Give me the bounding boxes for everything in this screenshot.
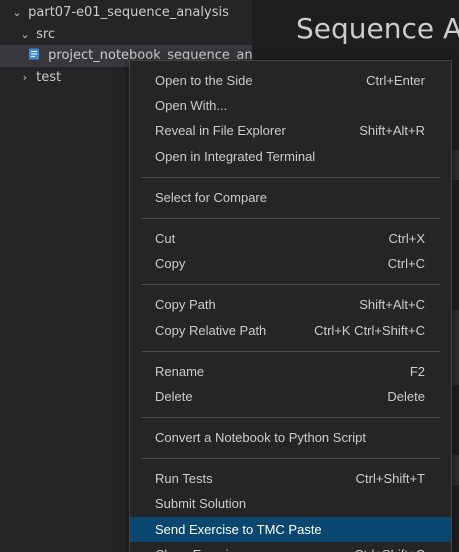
menu-item-send-tmc-paste[interactable]: Send Exercise to TMC Paste <box>130 517 451 542</box>
menu-item-label: Send Exercise to TMC Paste <box>155 522 322 537</box>
menu-item-convert-notebook[interactable]: Convert a Notebook to Python Script <box>130 425 451 450</box>
tree-folder-src[interactable]: ⌄ src <box>0 24 55 46</box>
menu-separator <box>141 417 440 418</box>
tree-folder-root[interactable]: ⌄ part07-e01_sequence_analysis <box>0 2 229 24</box>
menu-item-label: Run Tests <box>155 471 213 486</box>
menu-item-rename[interactable]: Rename F2 <box>130 359 451 384</box>
menu-item-select-compare[interactable]: Select for Compare <box>130 185 451 210</box>
menu-item-reveal-explorer[interactable]: Reveal in File Explorer Shift+Alt+R <box>130 118 451 143</box>
menu-item-label: Convert a Notebook to Python Script <box>155 430 367 445</box>
menu-item-shortcut: Ctrl+C <box>387 256 425 271</box>
menu-item-shortcut: Ctrl+Shift+T <box>355 471 425 486</box>
menu-item-label: Copy Path <box>155 297 216 312</box>
menu-item-run-tests[interactable]: Run Tests Ctrl+Shift+T <box>130 466 451 491</box>
notebook-title: Sequence An <box>296 12 459 45</box>
menu-item-submit-solution[interactable]: Submit Solution <box>130 491 451 516</box>
chevron-down-icon: ⌄ <box>20 28 30 41</box>
menu-item-clean-exercise[interactable]: Clean Exercise Ctrl+Shift+C <box>130 542 451 552</box>
menu-item-open-to-side[interactable]: Open to the Side Ctrl+Enter <box>130 68 451 93</box>
menu-item-label: Open With... <box>155 98 228 113</box>
menu-item-label: Submit Solution <box>155 496 247 511</box>
menu-item-shortcut: Ctrl+Shift+C <box>354 542 425 552</box>
menu-item-shortcut: Ctrl+Enter <box>366 73 425 88</box>
menu-item-label: Copy Relative Path <box>155 323 267 338</box>
menu-item-open-terminal[interactable]: Open in Integrated Terminal <box>130 144 451 169</box>
menu-separator <box>141 458 440 459</box>
menu-item-label: Open in Integrated Terminal <box>155 149 316 164</box>
menu-item-shortcut: Ctrl+K Ctrl+Shift+C <box>314 323 425 338</box>
chevron-right-icon: › <box>22 71 28 84</box>
notebook-file-icon <box>29 48 39 60</box>
folder-label-test: test <box>36 70 62 85</box>
context-menu: Open to the Side Ctrl+Enter Open With...… <box>129 60 452 552</box>
menu-separator <box>141 218 440 219</box>
menu-item-shortcut: Shift+Alt+R <box>359 123 425 138</box>
menu-item-delete[interactable]: Delete Delete <box>130 384 451 409</box>
menu-item-label: Delete <box>155 389 193 404</box>
menu-item-label: Rename <box>155 364 205 379</box>
menu-item-label: Copy <box>155 256 186 271</box>
menu-item-copy-path[interactable]: Copy Path Shift+Alt+C <box>130 292 451 317</box>
menu-separator <box>141 177 440 178</box>
vscode-window: ⌄ part07-e01_sequence_analysis ⌄ src pro… <box>0 0 459 552</box>
menu-separator <box>141 284 440 285</box>
menu-separator <box>141 351 440 352</box>
menu-item-label: Select for Compare <box>155 190 267 205</box>
menu-item-label: Clean Exercise <box>155 542 242 552</box>
menu-item-copy-relative-path[interactable]: Copy Relative Path Ctrl+K Ctrl+Shift+C <box>130 318 451 343</box>
menu-item-label: Open to the Side <box>155 73 253 88</box>
menu-item-label: Cut <box>155 231 176 246</box>
menu-item-shortcut: F2 <box>409 364 425 379</box>
menu-item-shortcut: Delete <box>387 389 425 404</box>
folder-label-root: part07-e01_sequence_analysis <box>28 5 229 20</box>
menu-item-shortcut: Ctrl+X <box>388 231 425 246</box>
menu-item-open-with[interactable]: Open With... <box>130 93 451 118</box>
menu-item-cut[interactable]: Cut Ctrl+X <box>130 226 451 251</box>
menu-item-copy[interactable]: Copy Ctrl+C <box>130 251 451 276</box>
tree-folder-test[interactable]: › test <box>0 67 61 89</box>
menu-item-shortcut: Shift+Alt+C <box>359 297 425 312</box>
menu-item-label: Reveal in File Explorer <box>155 123 286 138</box>
folder-label-src: src <box>36 27 56 42</box>
chevron-down-icon: ⌄ <box>12 6 22 19</box>
